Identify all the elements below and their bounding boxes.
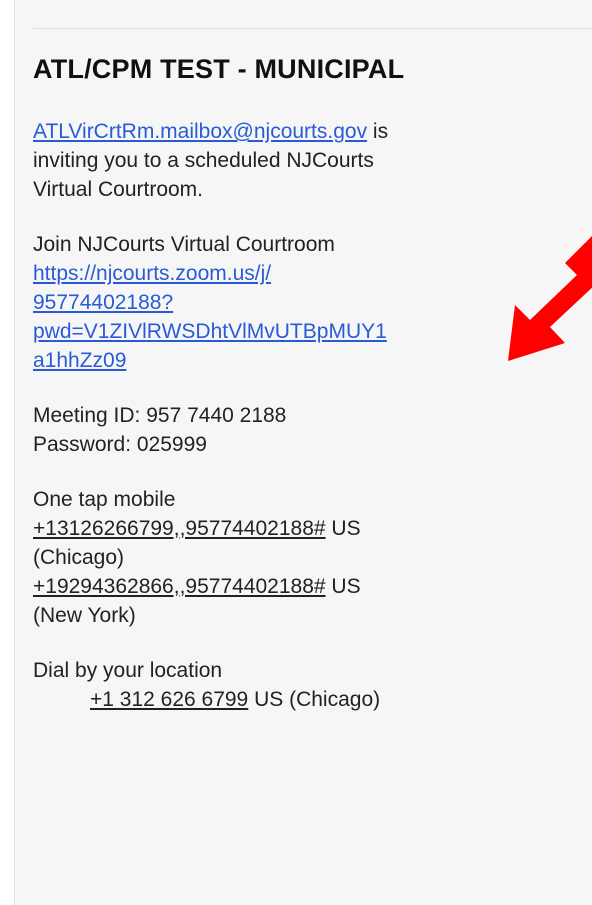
one-tap-entry: +19294362866,,95774402188# US <box>33 572 573 601</box>
one-tap-city: (New York) <box>33 604 136 627</box>
invite-line-3: Virtual Courtroom. <box>33 178 204 201</box>
header-divider <box>33 28 592 29</box>
join-label: Join NJCourts Virtual Courtroom <box>33 233 335 256</box>
arrow-main <box>508 241 592 361</box>
dial-label: Dial by your location <box>33 659 223 682</box>
join-url-line: a1hhZz09 <box>33 349 127 372</box>
arrow-top <box>585 236 592 243</box>
join-url-line: pwd=V1ZIVlRWSDhtVlMvUTBpMUY1 <box>33 320 387 343</box>
one-tap-section: One tap mobile +13126266799,,95774402188… <box>33 485 573 630</box>
dial-location: US (Chicago) <box>248 688 381 711</box>
one-tap-entry: +13126266799,,95774402188# US <box>33 514 573 543</box>
dial-entry: +1 312 626 6799 US (Chicago) <box>33 685 573 714</box>
email-view: ATL/CPM TEST - MUNICIPAL ATLVirCrtRm.mai… <box>0 0 592 905</box>
join-url-line: 95774402188? <box>33 291 174 314</box>
sender-email-link[interactable]: ATLVirCrtRm.mailbox@njcourts.gov <box>33 120 367 143</box>
invite-line-1-rest: is <box>367 120 389 143</box>
one-tap-country: US <box>325 575 361 598</box>
meeting-join-link[interactable]: https://njcourts.zoom.us/j/ 95774402188?… <box>33 259 573 375</box>
join-paragraph: Join NJCourts Virtual Courtroom https://… <box>33 230 573 375</box>
one-tap-city: (Chicago) <box>33 546 125 569</box>
one-tap-country: US <box>325 517 361 540</box>
meeting-password: Password: 025999 <box>33 433 207 456</box>
message-body: ATL/CPM TEST - MUNICIPAL ATLVirCrtRm.mai… <box>33 52 573 740</box>
meeting-details: Meeting ID: 957 7440 2188 Password: 0259… <box>33 401 573 459</box>
one-tap-number-link[interactable]: +19294362866,,95774402188# <box>33 575 326 598</box>
one-tap-label: One tap mobile <box>33 488 176 511</box>
invite-line-2: inviting you to a scheduled NJCourts <box>33 149 374 172</box>
dial-section: Dial by your location +1 312 626 6799 US… <box>33 656 573 714</box>
join-url-line: https://njcourts.zoom.us/j/ <box>33 262 272 285</box>
red-arrow-icon <box>508 236 592 361</box>
page-title: ATL/CPM TEST - MUNICIPAL <box>33 54 405 84</box>
one-tap-number-link[interactable]: +13126266799,,95774402188# <box>33 517 326 540</box>
invite-paragraph: ATLVirCrtRm.mailbox@njcourts.gov is invi… <box>33 117 573 204</box>
dial-number-link[interactable]: +1 312 626 6799 <box>90 688 248 711</box>
meeting-id: Meeting ID: 957 7440 2188 <box>33 404 287 427</box>
invite-line-1: ATLVirCrtRm.mailbox@njcourts.gov is <box>33 117 573 146</box>
